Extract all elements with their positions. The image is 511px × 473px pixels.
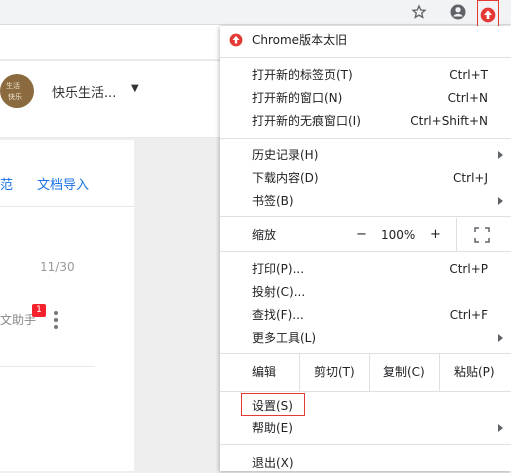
shortcut: Ctrl+J bbox=[453, 171, 488, 185]
web-page: 生活 快乐 快乐生活... ▼ 范 文档导入 11/30 文助手 1 bbox=[0, 25, 220, 471]
more-vert-icon[interactable] bbox=[49, 310, 63, 330]
menu-item-downloads[interactable]: 下载内容(D) Ctrl+J bbox=[220, 168, 511, 188]
page-header bbox=[0, 25, 220, 59]
menu-item-label: 投射(C)... bbox=[252, 285, 306, 299]
menu-separator bbox=[220, 353, 511, 354]
menu-item-label: 历史记录(H) bbox=[252, 148, 319, 162]
menu-item-label: 设置(S) bbox=[252, 399, 293, 413]
zoom-level: 100% bbox=[381, 228, 416, 242]
menu-item-label: 打开新的窗口(N) bbox=[252, 91, 343, 105]
menu-item-cast[interactable]: 投射(C)... bbox=[220, 282, 511, 302]
menu-item-print[interactable]: 打印(P)... Ctrl+P bbox=[220, 259, 511, 279]
update-icon bbox=[229, 33, 243, 47]
notification-badge: 1 bbox=[32, 304, 46, 317]
fullscreen-icon[interactable] bbox=[472, 225, 492, 245]
star-icon[interactable] bbox=[409, 2, 429, 22]
tab-doc-import[interactable]: 文档导入 bbox=[37, 174, 89, 193]
menu-item-label: 下载内容(D) bbox=[252, 171, 319, 185]
caret-down-icon[interactable]: ▼ bbox=[131, 83, 139, 94]
chevron-right-icon bbox=[498, 197, 503, 205]
copy-button[interactable]: 复制(C) bbox=[383, 362, 425, 382]
menu-item-label: 打印(P)... bbox=[252, 262, 305, 276]
avatar-text-2: 快乐 bbox=[8, 93, 22, 101]
menu-item-label: 查找(F)... bbox=[252, 308, 304, 322]
paste-button[interactable]: 粘贴(P) bbox=[454, 362, 495, 382]
menu-item-zoom: 缩放 − 100% + bbox=[220, 218, 511, 252]
menu-item-exit[interactable]: 退出(X) bbox=[220, 453, 511, 473]
menu-item-label: 书签(B) bbox=[252, 194, 294, 208]
zoom-out-button[interactable]: − bbox=[356, 225, 367, 245]
menu-item-label: 更多工具(L) bbox=[252, 331, 317, 345]
char-count: 11/30 bbox=[40, 260, 75, 274]
divider bbox=[456, 218, 457, 252]
divider bbox=[0, 206, 134, 207]
menu-item-label: Chrome版本太旧 bbox=[252, 33, 348, 47]
divider bbox=[439, 353, 440, 391]
menu-item-incognito[interactable]: 打开新的无痕窗口(I) Ctrl+Shift+N bbox=[220, 111, 511, 131]
menu-item-label: 编辑 bbox=[252, 365, 277, 379]
shortcut: Ctrl+Shift+N bbox=[410, 114, 488, 128]
divider bbox=[369, 353, 370, 391]
menu-item-label: 帮助(E) bbox=[252, 421, 293, 435]
chevron-right-icon bbox=[498, 334, 503, 342]
divider bbox=[299, 353, 300, 391]
chrome-main-menu: Chrome版本太旧 打开新的标签页(T) Ctrl+T 打开新的窗口(N) C… bbox=[220, 26, 511, 471]
menu-separator bbox=[220, 444, 511, 445]
menu-item-new-tab[interactable]: 打开新的标签页(T) Ctrl+T bbox=[220, 65, 511, 85]
menu-separator bbox=[220, 251, 511, 252]
menu-item-label: 打开新的无痕窗口(I) bbox=[252, 114, 361, 128]
menu-item-history[interactable]: 历史记录(H) bbox=[220, 145, 511, 165]
menu-item-new-window[interactable]: 打开新的窗口(N) Ctrl+N bbox=[220, 88, 511, 108]
shortcut: Ctrl+N bbox=[447, 91, 488, 105]
browser-toolbar bbox=[0, 0, 511, 30]
chevron-right-icon bbox=[498, 151, 503, 159]
menu-separator bbox=[220, 138, 511, 139]
account-icon[interactable] bbox=[448, 2, 468, 22]
menu-separator bbox=[220, 57, 511, 58]
shortcut: Ctrl+F bbox=[449, 308, 488, 322]
menu-item-bookmarks[interactable]: 书签(B) bbox=[220, 191, 511, 211]
shortcut: Ctrl+P bbox=[449, 262, 488, 276]
menu-item-edit: 编辑 剪切(T) 复制(C) 粘贴(P) bbox=[220, 353, 511, 391]
menu-separator bbox=[220, 391, 511, 392]
menu-item-settings[interactable]: 设置(S) bbox=[220, 396, 511, 416]
avatar[interactable]: 生活 快乐 bbox=[0, 74, 34, 108]
divider bbox=[0, 366, 95, 367]
account-bar: 生活 快乐 快乐生活... ▼ bbox=[0, 60, 220, 138]
account-name[interactable]: 快乐生活... bbox=[52, 82, 116, 101]
tab-template[interactable]: 范 bbox=[0, 174, 13, 193]
avatar-text-1: 生活 bbox=[6, 82, 20, 90]
shortcut: Ctrl+T bbox=[449, 68, 488, 82]
menu-separator bbox=[220, 216, 511, 217]
zoom-in-button[interactable]: + bbox=[430, 225, 441, 245]
menu-item-help[interactable]: 帮助(E) bbox=[220, 418, 511, 438]
assistant-label[interactable]: 文助手 bbox=[0, 311, 36, 328]
menu-item-more-tools[interactable]: 更多工具(L) bbox=[220, 328, 511, 348]
menu-item-find[interactable]: 查找(F)... Ctrl+F bbox=[220, 305, 511, 325]
menu-item-update[interactable]: Chrome版本太旧 bbox=[220, 30, 511, 50]
cut-button[interactable]: 剪切(T) bbox=[314, 362, 355, 382]
menu-item-label: 缩放 bbox=[252, 228, 277, 242]
menu-item-label: 退出(X) bbox=[252, 456, 294, 470]
content-card: 范 文档导入 11/30 文助手 1 bbox=[0, 140, 134, 471]
menu-item-label: 打开新的标签页(T) bbox=[252, 68, 353, 82]
chevron-right-icon bbox=[498, 424, 503, 432]
